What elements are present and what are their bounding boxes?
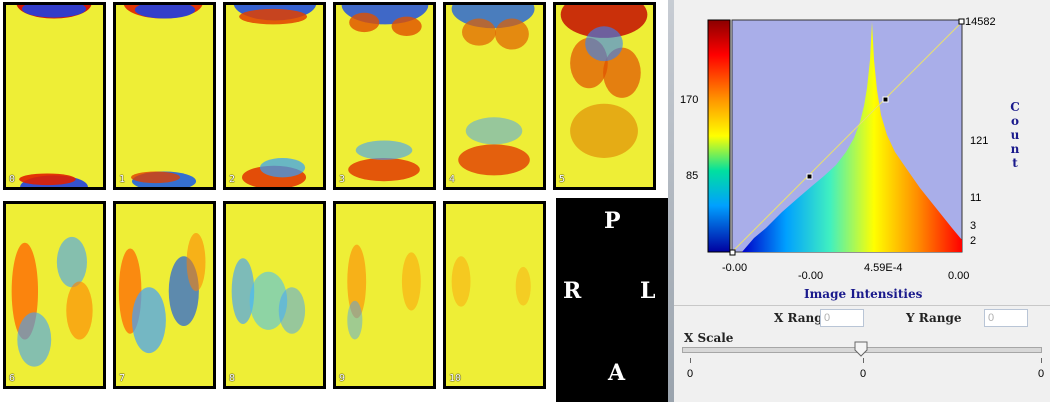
y-axis-title: Count: [1010, 100, 1020, 170]
slice-number: 7: [119, 373, 126, 384]
slice-number: 3: [339, 174, 346, 185]
x-axis-title: Image Intensities: [804, 287, 923, 301]
orientation-right-label: L: [640, 278, 656, 304]
right-tick-121: 121: [970, 135, 989, 147]
histogram-panel: 170 85 14582 121 11 3 2 Count -0.00 -0.0…: [674, 0, 1050, 402]
x-scale-label: X Scale: [684, 331, 734, 345]
slice-tile[interactable]: 6: [3, 201, 106, 389]
orientation-panel: P R L A: [556, 198, 668, 402]
slice-tile[interactable]: 7: [113, 201, 216, 389]
right-tick-2: 2: [970, 235, 977, 247]
slice-tile[interactable]: 1: [113, 2, 216, 190]
slider-tick-mid: 0: [860, 368, 867, 380]
left-tick-85: 85: [686, 170, 699, 182]
x-tick-0: -0.00: [722, 262, 748, 274]
x-tick-3: 0.00: [948, 270, 970, 282]
slice-tile[interactable]: 5: [553, 2, 656, 190]
slice-number: 4: [449, 174, 456, 185]
x-tick-2: 4.59E-4: [864, 262, 903, 274]
slice-number: 10: [449, 373, 462, 384]
slice-viewer: 0 1 2 3 4 5 6 7 8 9 10 P R L A: [0, 0, 668, 402]
slice-tile[interactable]: 4: [443, 2, 546, 190]
slice-number: 0: [9, 174, 16, 185]
x-range-input[interactable]: [820, 309, 864, 327]
right-tick-14582: 14582: [965, 16, 996, 28]
slice-number: 8: [229, 373, 236, 384]
x-scale-slider-thumb[interactable]: [854, 341, 868, 357]
slice-tile[interactable]: 3: [333, 2, 436, 190]
slice-tile[interactable]: 9: [333, 201, 436, 389]
separator: [674, 305, 1050, 306]
transfer-point-low[interactable]: [729, 249, 736, 256]
slice-number: 2: [229, 174, 236, 185]
transfer-point-mid[interactable]: [806, 173, 813, 180]
histogram-chart: [707, 18, 965, 256]
slice-tile[interactable]: 2: [223, 2, 326, 190]
transfer-point-max[interactable]: [958, 18, 965, 25]
slider-tick-max: 0: [1038, 368, 1045, 380]
y-range-label: Y Range: [906, 311, 962, 325]
slider-tick-min: 0: [687, 368, 694, 380]
slice-tile[interactable]: 8: [223, 201, 326, 389]
orientation-left-label: R: [563, 278, 582, 304]
x-tick-1: -0.00: [798, 270, 824, 282]
orientation-top-label: P: [604, 208, 621, 234]
color-lut-bar[interactable]: [707, 19, 731, 253]
slice-number: 9: [339, 373, 346, 384]
transfer-point-high[interactable]: [882, 96, 889, 103]
orientation-bottom-label: A: [608, 360, 626, 386]
y-range-input[interactable]: [984, 309, 1028, 327]
left-tick-170: 170: [680, 94, 699, 106]
slice-tile[interactable]: 10: [443, 201, 546, 389]
right-tick-3: 3: [970, 220, 977, 232]
slice-tile[interactable]: 0: [3, 2, 106, 190]
slice-number: 1: [119, 174, 126, 185]
right-tick-11: 11: [970, 192, 982, 204]
slice-number: 5: [559, 174, 566, 185]
slice-number: 6: [9, 373, 16, 384]
